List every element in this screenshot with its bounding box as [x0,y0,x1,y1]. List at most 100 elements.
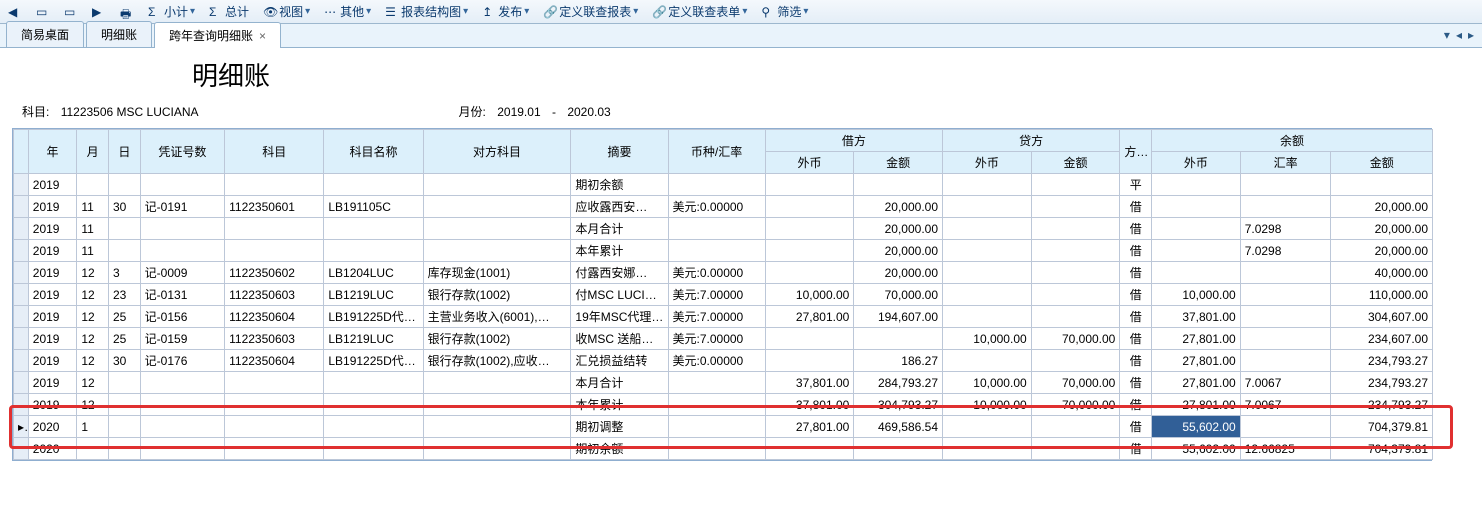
cell-direction[interactable]: 借 [1120,328,1152,350]
cell-currency[interactable] [668,438,765,460]
cell-account-name[interactable] [324,174,423,196]
cell-credit-fc[interactable] [943,350,1032,372]
cell-balance-rate[interactable]: 7.0067 [1240,372,1331,394]
cell-credit-amt[interactable] [1031,218,1120,240]
cell-balance-rate[interactable] [1240,196,1331,218]
cell-summary[interactable]: 本年累计 [571,240,668,262]
cell-opposite[interactable]: 库存现金(1001) [423,262,571,284]
cell-debit-amt[interactable] [854,174,943,196]
cell-debit-amt[interactable] [854,328,943,350]
cell-direction[interactable]: 借 [1120,416,1152,438]
cell-credit-amt[interactable] [1031,196,1120,218]
cell-day[interactable]: 25 [109,306,141,328]
toolbar-printer-button[interactable]: 🖶 [116,4,138,20]
cell-account[interactable] [225,394,324,416]
toolbar-total-button[interactable]: Σ总计 [205,2,253,21]
cell-year[interactable]: 2019 [28,218,77,240]
cell-balance-fc[interactable] [1152,218,1241,240]
cell-balance-fc[interactable] [1152,240,1241,262]
cell-debit-fc[interactable] [765,240,854,262]
th-credit-amt[interactable]: 金额 [1031,152,1120,174]
cell-currency[interactable] [668,240,765,262]
th-credit[interactable]: 贷方 [943,130,1120,152]
cell-summary[interactable]: 期初调整 [571,416,668,438]
cell-opposite[interactable] [423,416,571,438]
cell-summary[interactable]: 收MSC 送船… [571,328,668,350]
cell-currency[interactable]: 美元:0.00000 [668,196,765,218]
cell-balance-fc[interactable] [1152,262,1241,284]
cell-balance-rate[interactable] [1240,306,1331,328]
cell-credit-amt[interactable] [1031,174,1120,196]
cell-debit-amt[interactable]: 284,793.27 [854,372,943,394]
cell-year[interactable]: 2019 [28,240,77,262]
cell-voucher[interactable] [140,416,224,438]
cell-balance-amt[interactable]: 234,607.00 [1331,328,1433,350]
toolbar-structure-button[interactable]: ☰报表结构图▾ [381,2,472,21]
tab-0[interactable]: 简易桌面 [6,21,84,47]
cell-debit-fc[interactable] [765,438,854,460]
th-selector[interactable] [14,130,29,174]
cell-balance-amt[interactable]: 704,379.81 [1331,416,1433,438]
cell-account-name[interactable]: LB191225D代… [324,306,423,328]
cell-day[interactable]: 30 [109,350,141,372]
cell-month[interactable]: 12 [77,306,109,328]
th-credit-fc[interactable]: 外币 [943,152,1032,174]
cell-currency[interactable] [668,218,765,240]
cell-balance-rate[interactable] [1240,328,1331,350]
cell-debit-fc[interactable]: 27,801.00 [765,306,854,328]
cell-account[interactable] [225,438,324,460]
cell-currency[interactable] [668,174,765,196]
cell-account-name[interactable] [324,240,423,262]
cell-voucher[interactable]: 记-0009 [140,262,224,284]
table-row[interactable]: 201911本年累计20,000.00借7.029820,000.00 [14,240,1433,262]
cell-voucher[interactable] [140,174,224,196]
cell-day[interactable]: 23 [109,284,141,306]
cell-direction[interactable]: 借 [1120,240,1152,262]
cell-currency[interactable] [668,394,765,416]
cell-balance-fc[interactable]: 55,602.00 [1152,416,1241,438]
cell-balance-amt[interactable]: 110,000.00 [1331,284,1433,306]
cell-summary[interactable]: 汇兑损益结转 [571,350,668,372]
toolbar-link-form-button[interactable]: 🔗定义联查表单▾ [648,2,751,21]
cell-account-name[interactable]: LB1219LUC [324,284,423,306]
cell-credit-fc[interactable]: 10,000.00 [943,328,1032,350]
cell-currency[interactable] [668,372,765,394]
cell-currency[interactable]: 美元:7.00000 [668,284,765,306]
toolbar-publish-button[interactable]: ↥发布▾ [478,2,533,21]
th-debit-amt[interactable]: 金额 [854,152,943,174]
cell-day[interactable]: 25 [109,328,141,350]
cell-direction[interactable]: 借 [1120,306,1152,328]
cell-month[interactable]: 12 [77,328,109,350]
row-selector[interactable] [14,240,29,262]
cell-currency[interactable]: 美元:0.00000 [668,350,765,372]
cell-year[interactable]: 2019 [28,350,77,372]
row-selector[interactable] [14,196,29,218]
cell-day[interactable] [109,174,141,196]
cell-account[interactable] [225,416,324,438]
toolbar-doc2-button[interactable]: ▭ [60,4,82,20]
cell-debit-fc[interactable]: 37,801.00 [765,372,854,394]
cell-balance-fc[interactable]: 55,602.00 [1152,438,1241,460]
cell-voucher[interactable] [140,240,224,262]
cell-direction[interactable]: 借 [1120,284,1152,306]
cell-debit-fc[interactable] [765,174,854,196]
cell-direction[interactable]: 借 [1120,372,1152,394]
row-selector[interactable] [14,438,29,460]
cell-account-name[interactable] [324,372,423,394]
cell-direction[interactable]: 平 [1120,174,1152,196]
cell-account[interactable]: 1122350601 [225,196,324,218]
cell-month[interactable]: 12 [77,284,109,306]
cell-balance-fc[interactable] [1152,174,1241,196]
cell-credit-fc[interactable] [943,284,1032,306]
cell-year[interactable]: 2019 [28,328,77,350]
cell-account-name[interactable]: LB1219LUC [324,328,423,350]
cell-debit-fc[interactable] [765,262,854,284]
table-row[interactable]: ▸20201期初调整27,801.00469,586.54借55,602.007… [14,416,1433,438]
cell-voucher[interactable]: 记-0176 [140,350,224,372]
cell-balance-rate[interactable]: 12.66825 [1240,438,1331,460]
row-selector[interactable] [14,306,29,328]
cell-account[interactable]: 1122350603 [225,284,324,306]
cell-direction[interactable]: 借 [1120,438,1152,460]
cell-month[interactable]: 12 [77,394,109,416]
cell-debit-amt[interactable]: 20,000.00 [854,262,943,284]
